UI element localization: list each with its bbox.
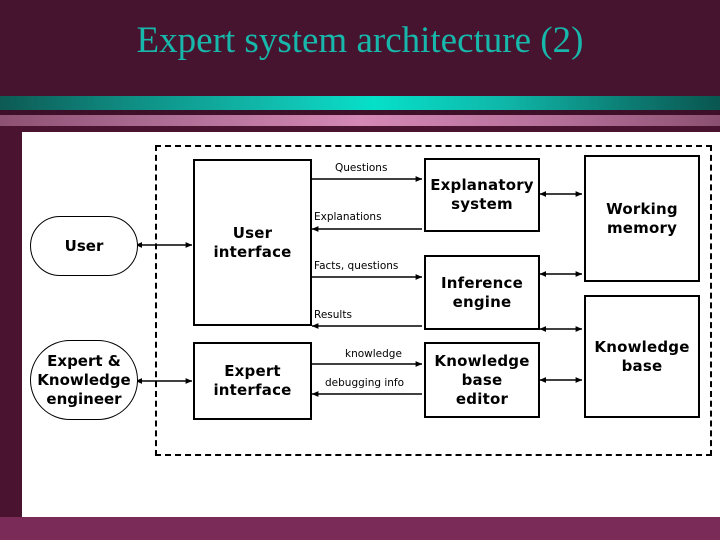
ei-line-2: interface <box>213 381 292 399</box>
node-user[interactable]: User <box>30 216 138 276</box>
wm-line-2: memory <box>606 218 678 237</box>
ie-line-1: Inference <box>440 273 524 292</box>
node-knowledge-base-editor[interactable]: Knowledge base editor <box>424 342 540 418</box>
node-working-memory-label: Working memory <box>606 200 678 238</box>
slide: Expert system architecture (2) User inte… <box>0 0 720 540</box>
node-user-label: User <box>64 236 104 255</box>
node-explanatory-system[interactable]: Explanatory system <box>424 158 540 232</box>
node-knowledge-base-label: Knowledge base <box>594 338 689 376</box>
node-expert-interface[interactable]: Expert interface <box>193 342 312 420</box>
wm-line-1: Working <box>606 199 678 218</box>
edge-label-questions: Questions <box>335 162 388 174</box>
node-knowledge-base[interactable]: Knowledge base <box>584 295 700 418</box>
edge-label-knowledge: knowledge <box>345 348 402 360</box>
kbe-line-3: editor <box>455 389 509 408</box>
node-user-interface-label: User interface <box>213 224 291 262</box>
edge-label-results: Results <box>314 309 352 321</box>
kbe-line-2: base <box>461 370 503 389</box>
kb-line-1: Knowledge <box>594 337 690 356</box>
ei-line-1: Expert <box>224 362 281 380</box>
ie-line-2: engine <box>452 292 512 311</box>
kb-line-2: base <box>621 356 663 375</box>
teal-gradient-rule <box>0 96 720 110</box>
ui-line-1: User <box>232 223 273 242</box>
edge-label-debugging-info: debugging info <box>325 377 405 389</box>
ui-line-2: interface <box>213 242 292 261</box>
ke-line-3: engineer <box>46 389 122 408</box>
node-expert-knowledge-engineer[interactable]: Expert & Knowledge engineer <box>30 340 138 420</box>
kbe-line-1: Knowledge <box>434 351 530 370</box>
diagram-canvas: User interface --> Expert interface --> <box>22 132 720 517</box>
node-working-memory[interactable]: Working memory <box>584 155 700 282</box>
ke-line-1: Expert & <box>47 351 121 370</box>
ke-line-2: Knowledge <box>37 370 131 389</box>
page-title: Expert system architecture (2) <box>136 20 584 61</box>
footer-bar <box>0 517 720 540</box>
node-explanatory-system-label: Explanatory system <box>430 176 534 214</box>
ex-line-2: system <box>451 195 513 213</box>
node-user-interface[interactable]: User interface <box>193 159 312 326</box>
node-expert-knowledge-engineer-label: Expert & Knowledge engineer <box>37 352 130 409</box>
edge-label-explanations: Explanations <box>314 211 382 223</box>
pink-gradient-rule <box>0 115 720 126</box>
edge-label-facts-questions: Facts, questions <box>314 260 399 272</box>
node-inference-engine[interactable]: Inference engine <box>424 255 540 330</box>
node-knowledge-base-editor-label: Knowledge base editor <box>434 352 529 409</box>
ex-line-1: Explanatory <box>430 176 534 194</box>
node-expert-interface-label: Expert interface <box>213 362 291 400</box>
node-inference-engine-label: Inference engine <box>441 274 523 312</box>
